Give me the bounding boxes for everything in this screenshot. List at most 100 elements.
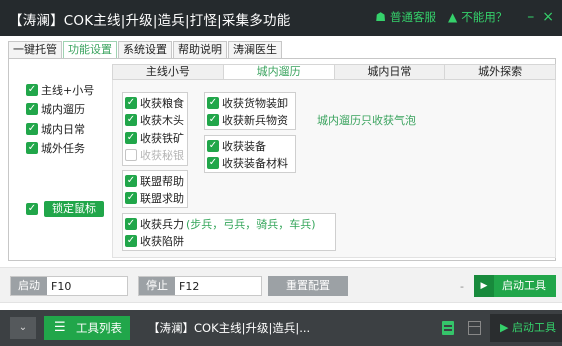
tab-help[interactable]: 帮助说明	[173, 41, 227, 58]
check-icon: ✓	[207, 114, 219, 127]
separator-dash: -	[460, 280, 464, 293]
tab-function-settings[interactable]: 功能设置	[63, 41, 117, 58]
checkbox-label: 城外任务	[41, 142, 85, 156]
checkbox-collect-equipment[interactable]: ✓ 收获装备	[207, 137, 293, 155]
checkbox-label: 收获装备材料	[222, 157, 288, 171]
checkbox-collect-iron[interactable]: ✓ 收获铁矿	[125, 129, 185, 147]
group-troops: ✓ 收获兵力 (步兵，弓兵，骑兵，车兵) ✓ 收获陷阱	[122, 213, 336, 251]
help-link[interactable]: ▲ 不能用？	[448, 9, 507, 25]
help-label: 不能用？	[461, 10, 508, 24]
checkbox-label: 收获秘银	[140, 149, 184, 163]
start-hotkey-field: 启动	[10, 276, 128, 296]
tab-doctor[interactable]: 涛澜医生	[228, 41, 282, 58]
check-icon: ✓	[207, 157, 219, 170]
checkbox-label: 联盟求助	[140, 192, 184, 206]
double-chevron-down-icon: ⌄	[18, 322, 28, 333]
checkbox-collect-wood[interactable]: ✓ 收获木头	[125, 112, 185, 130]
checkbox-collect-recruit-supplies[interactable]: ✓ 收获新兵物资	[207, 112, 293, 130]
check-icon: ✓	[125, 96, 137, 109]
checkbox-collect-food[interactable]: ✓ 收获粮食	[125, 94, 185, 112]
stop-hotkey-field: 停止	[138, 276, 262, 296]
support-label: 普通客服	[390, 10, 437, 24]
checkbox-main-alt[interactable]: ✓ 主线+小号	[26, 80, 94, 100]
checkbox-collect-mithril: ✓ 收获秘银	[125, 147, 185, 165]
taskbar-start-label: 启动工具	[511, 321, 556, 334]
checkbox-collect-troops[interactable]: ✓ 收获兵力 (步兵，弓兵，骑兵，车兵)	[125, 215, 333, 233]
lock-mouse-button[interactable]: 锁定鼠标	[44, 201, 104, 217]
checkbox-collect-traps[interactable]: ✓ 收获陷阱	[125, 233, 333, 251]
checkbox-city-tour[interactable]: ✓ 城内遛历	[26, 100, 94, 120]
subtab-outside-explore[interactable]: 城外探索	[445, 65, 555, 79]
check-icon: ✓	[125, 235, 137, 248]
checkbox-collect-cargo[interactable]: ✓ 收获货物装卸	[207, 94, 293, 112]
main-tabs: 一键托管 功能设置 系统设置 帮助说明 涛澜医生	[8, 41, 283, 58]
checkbox-label: 收获陷阱	[140, 235, 184, 249]
group-alliance: ✓ 联盟帮助 ✓ 联盟求助	[122, 170, 188, 208]
control-row: 启动 停止 重置配置 - ▶ 启动工具	[0, 267, 562, 303]
start-hotkey-label: 启动	[11, 277, 47, 295]
sub-tabs: 主线小号 城内遛历 城内日常 城外探索	[112, 64, 556, 80]
check-icon: ✓	[125, 114, 137, 127]
checkbox-label: 城内日常	[41, 122, 85, 136]
check-icon: ✓	[125, 131, 137, 144]
taskbar-current-tool[interactable]: 【涛澜】COK主线|升级|造兵|...	[148, 320, 310, 336]
checkbox-label: 收获铁矿	[140, 131, 184, 145]
tab-auto-host[interactable]: 一键托管	[8, 41, 62, 58]
headset-icon: ☗	[375, 10, 387, 24]
tool-list-button[interactable]: ☰ 工具列表	[44, 316, 130, 340]
window-title: 【涛澜】COK主线|升级|造兵|打怪|采集多功能	[9, 13, 291, 29]
checkbox-label: 收获装备	[222, 139, 266, 153]
checkbox-collect-equipment-materials[interactable]: ✓ 收获装备材料	[207, 155, 293, 173]
subtab-main-alt[interactable]: 主线小号	[113, 65, 224, 79]
play-icon: ▶	[500, 321, 512, 334]
lock-mouse-row: ✓ 锁定鼠标	[26, 201, 104, 217]
checkbox-label: 收获粮食	[140, 96, 184, 110]
lock-mouse-checkbox[interactable]: ✓	[26, 203, 38, 215]
check-icon: ✓	[125, 217, 137, 230]
check-icon: ✓	[207, 139, 219, 152]
checkbox-label: 城内遛历	[41, 103, 85, 117]
checkbox-label: 收获木头	[140, 114, 184, 128]
tab-system-settings[interactable]: 系统设置	[118, 41, 172, 58]
window-icon[interactable]	[468, 321, 481, 335]
group-collect-equipment: ✓ 收获装备 ✓ 收获装备材料	[204, 135, 296, 173]
checkbox-label: 收获新兵物资	[222, 114, 288, 128]
start-tool-button[interactable]: ▶ 启动工具	[474, 275, 556, 297]
check-icon: ✓	[26, 83, 38, 96]
start-hotkey-input[interactable]	[49, 277, 125, 295]
checkbox-alliance-help[interactable]: ✓ 联盟帮助	[125, 172, 185, 190]
title-bar-actions: ☗ 普通客服 ▲ 不能用？ – ×	[375, 9, 554, 25]
title-bar: 【涛澜】COK主线|升级|造兵|打怪|采集多功能 ☗ 普通客服 ▲ 不能用？ –…	[0, 0, 562, 36]
group-collect-goods: ✓ 收获货物装卸 ✓ 收获新兵物资	[204, 92, 296, 130]
collapse-menu-button[interactable]: ⌄	[10, 317, 36, 339]
start-tool-label: 启动工具	[502, 279, 546, 292]
check-icon: ✓	[125, 192, 137, 205]
checkbox-label: 收获兵力	[140, 217, 184, 231]
support-link[interactable]: ☗ 普通客服	[375, 9, 436, 25]
reset-config-button[interactable]: 重置配置	[268, 276, 348, 296]
stop-hotkey-input[interactable]	[177, 277, 259, 295]
tool-list-label: 工具列表	[76, 321, 122, 335]
play-icon: ▶	[474, 275, 494, 297]
checkbox-outside-tasks[interactable]: ✓ 城外任务	[26, 139, 94, 159]
check-icon: ✓	[207, 96, 219, 109]
checkbox-alliance-request[interactable]: ✓ 联盟求助	[125, 190, 185, 208]
minimize-button[interactable]: –	[527, 10, 534, 24]
stop-hotkey-label: 停止	[139, 277, 175, 295]
check-icon: ✓	[26, 122, 38, 135]
checkbox-label: 联盟帮助	[140, 174, 184, 188]
checkbox-label: 收获货物装卸	[222, 96, 288, 110]
taskbar-start-tool-button[interactable]: ▶ 启动工具	[490, 314, 562, 342]
document-icon[interactable]	[442, 321, 454, 335]
close-button[interactable]: ×	[542, 10, 554, 24]
taskbar: ⌄ ☰ 工具列表 【涛澜】COK主线|升级|造兵|... ▶ 启动工具	[0, 310, 562, 346]
subtab-city-tour[interactable]: 城内遛历	[223, 65, 335, 79]
list-icon: ☰	[54, 320, 66, 335]
checkbox-city-daily[interactable]: ✓ 城内日常	[26, 119, 94, 139]
troop-types-note: (步兵，弓兵，骑兵，车兵)	[186, 217, 316, 231]
check-icon: ✓	[26, 103, 38, 116]
checkbox-label: 主线+小号	[41, 83, 95, 97]
warning-icon: ▲	[448, 10, 458, 24]
group-collect-resources: ✓ 收获粮食 ✓ 收获木头 ✓ 收获铁矿 ✓ 收获秘银	[122, 92, 188, 166]
subtab-city-daily[interactable]: 城内日常	[335, 65, 446, 79]
